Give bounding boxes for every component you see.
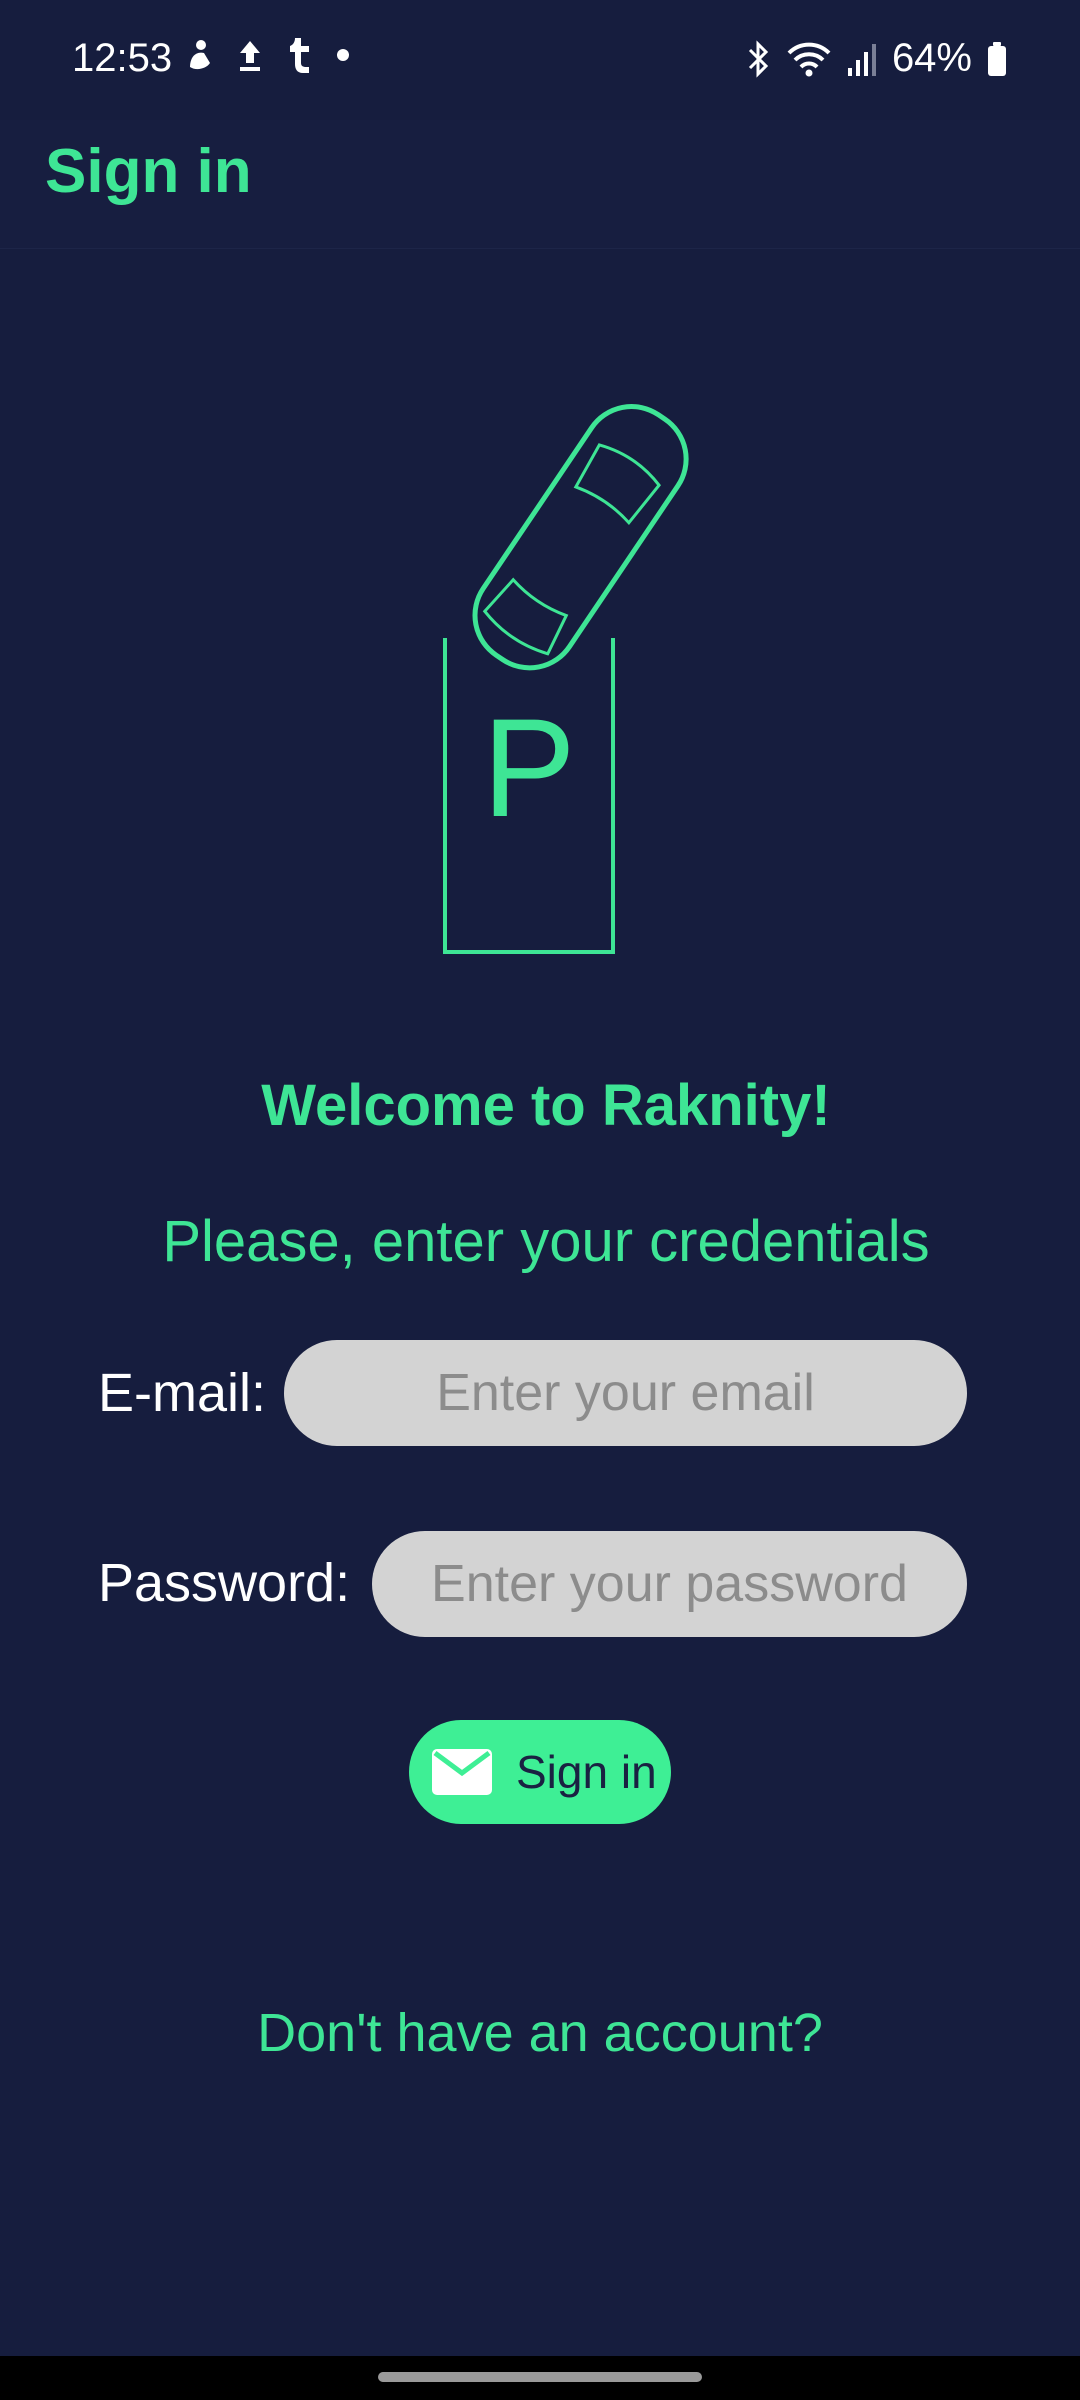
battery-icon: [988, 41, 1006, 76]
notification-icon: [190, 40, 210, 70]
logo-letter: P: [482, 689, 575, 846]
password-field[interactable]: [372, 1531, 967, 1637]
status-icons-right: 64%: [744, 36, 1008, 81]
subtitle: Please, enter your credentials: [162, 1209, 930, 1274]
sign-in-button[interactable]: Sign in: [409, 1720, 671, 1824]
upload-icon: [240, 41, 260, 71]
page-title: Sign in: [45, 137, 252, 206]
sign-in-button-label: Sign in: [516, 1746, 657, 1798]
status-bar: 12:53 64%: [0, 0, 1080, 120]
email-field[interactable]: [284, 1340, 967, 1446]
signal-icon: [847, 43, 876, 76]
bluetooth-icon: [748, 39, 769, 78]
parking-car-logo: P: [443, 404, 689, 954]
wifi-icon: [787, 42, 831, 76]
home-gesture-handle[interactable]: [378, 2372, 702, 2382]
status-time: 12:53: [72, 36, 173, 80]
email-label: E-mail:: [98, 1363, 267, 1423]
welcome-heading: Welcome to Raknity!: [261, 1073, 831, 1138]
password-label: Password:: [98, 1553, 351, 1613]
dot-icon: [337, 49, 349, 61]
signup-link[interactable]: Don't have an account?: [0, 2002, 1080, 2064]
app-bar: Sign in: [0, 120, 1080, 249]
battery-percent: 64%: [891, 36, 972, 80]
tumblr-icon: [290, 38, 309, 73]
navigation-bar: [0, 2356, 1080, 2400]
status-icons-left: [186, 36, 350, 74]
envelope-icon: [432, 1749, 492, 1795]
